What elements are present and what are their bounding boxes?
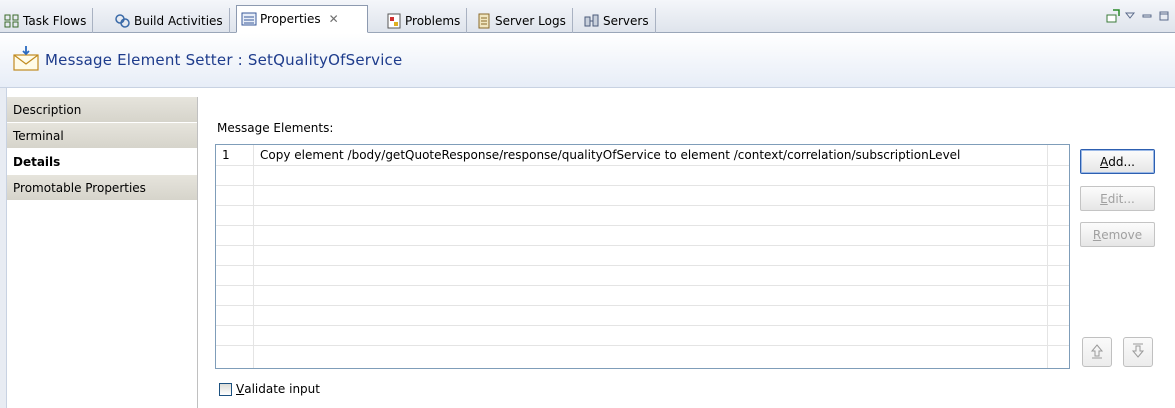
tab-problems[interactable]: Problems [382, 8, 468, 33]
view-menu-icon[interactable] [1123, 6, 1137, 26]
edit-mnemonic: E [1100, 191, 1108, 206]
row-divider [216, 325, 1069, 326]
message-elements-table[interactable]: 1 Copy element /body/getQuoteResponse/re… [215, 144, 1070, 369]
row-divider [216, 305, 1069, 306]
remove-button[interactable]: Remove [1080, 222, 1155, 247]
add-mnemonic: A [1100, 154, 1109, 169]
properties-icon [241, 11, 257, 27]
row-divider [216, 225, 1069, 226]
servers-icon [584, 13, 600, 29]
move-up-icon [1089, 343, 1105, 362]
edit-button[interactable]: Edit... [1080, 186, 1155, 211]
tab-label: Properties [260, 12, 321, 26]
sidebar-item-label: Details [13, 154, 61, 169]
close-icon[interactable]: ✕ [329, 12, 339, 26]
sidebar-item-label: Description [13, 102, 82, 117]
move-up-button[interactable] [1082, 337, 1112, 367]
row-number: 1 [222, 148, 230, 162]
checkbox-box[interactable] [219, 382, 232, 396]
remove-mnemonic: R [1092, 227, 1102, 242]
sidebar-item-terminal[interactable]: Terminal [7, 123, 197, 149]
add-button[interactable]: Add... [1080, 149, 1155, 174]
maximize-icon[interactable] [1157, 6, 1171, 26]
view-tab-bar: Task Flows Build Activities Properties ✕… [0, 0, 1175, 33]
row-divider [216, 265, 1069, 266]
row-divider [216, 185, 1069, 186]
message-envelope-icon [12, 45, 40, 73]
row-divider [216, 285, 1069, 286]
move-down-icon [1130, 343, 1146, 362]
tab-label: Task Flows [23, 13, 87, 28]
validate-mnemonic: V [236, 382, 245, 396]
minimize-icon[interactable] [1140, 6, 1154, 26]
column-divider [1047, 145, 1048, 368]
properties-sidebar: Description Terminal Details Promotable … [7, 97, 198, 408]
table-row[interactable]: 1 Copy element /body/getQuoteResponse/re… [216, 145, 1069, 165]
tab-label: Problems [405, 13, 461, 28]
tab-servers[interactable]: Servers [580, 8, 656, 33]
row-divider [216, 345, 1069, 346]
build-activities-icon [115, 13, 131, 29]
left-border [0, 88, 7, 408]
add-label: dd... [1108, 154, 1135, 169]
tab-server-logs[interactable]: Server Logs [472, 8, 573, 33]
message-elements-label: Message Elements: [217, 121, 334, 135]
move-down-button[interactable] [1123, 337, 1153, 367]
tab-label: Build Activities [134, 13, 223, 28]
tab-build-activities[interactable]: Build Activities [111, 8, 230, 33]
sidebar-item-label: Promotable Properties [13, 180, 146, 195]
tab-label: Servers [603, 13, 649, 28]
server-logs-icon [476, 13, 492, 29]
tab-label: Server Logs [495, 13, 566, 28]
row-divider [216, 245, 1069, 246]
row-text: Copy element /body/getQuoteResponse/resp… [260, 148, 961, 162]
tab-properties[interactable]: Properties ✕ [236, 5, 368, 33]
remove-label: emove [1101, 227, 1143, 242]
page-title: Message Element Setter : SetQualityOfSer… [45, 51, 403, 69]
validate-label: alidate input [244, 382, 320, 396]
column-divider [253, 145, 254, 368]
row-divider [216, 165, 1069, 166]
validate-input-checkbox[interactable]: Validate input [219, 382, 320, 396]
problems-icon [386, 13, 402, 29]
sidebar-item-description[interactable]: Description [7, 97, 197, 123]
tab-task-flows[interactable]: Task Flows [0, 8, 94, 33]
sidebar-item-details[interactable]: Details [7, 149, 197, 175]
edit-label: dit... [1107, 191, 1135, 206]
pin-icon[interactable] [1104, 6, 1122, 26]
properties-header: Message Element Setter : SetQualityOfSer… [0, 33, 1175, 88]
task-flows-icon [4, 13, 20, 29]
sidebar-item-label: Terminal [13, 128, 64, 143]
row-divider [216, 205, 1069, 206]
sidebar-item-promotable-properties[interactable]: Promotable Properties [7, 175, 197, 201]
